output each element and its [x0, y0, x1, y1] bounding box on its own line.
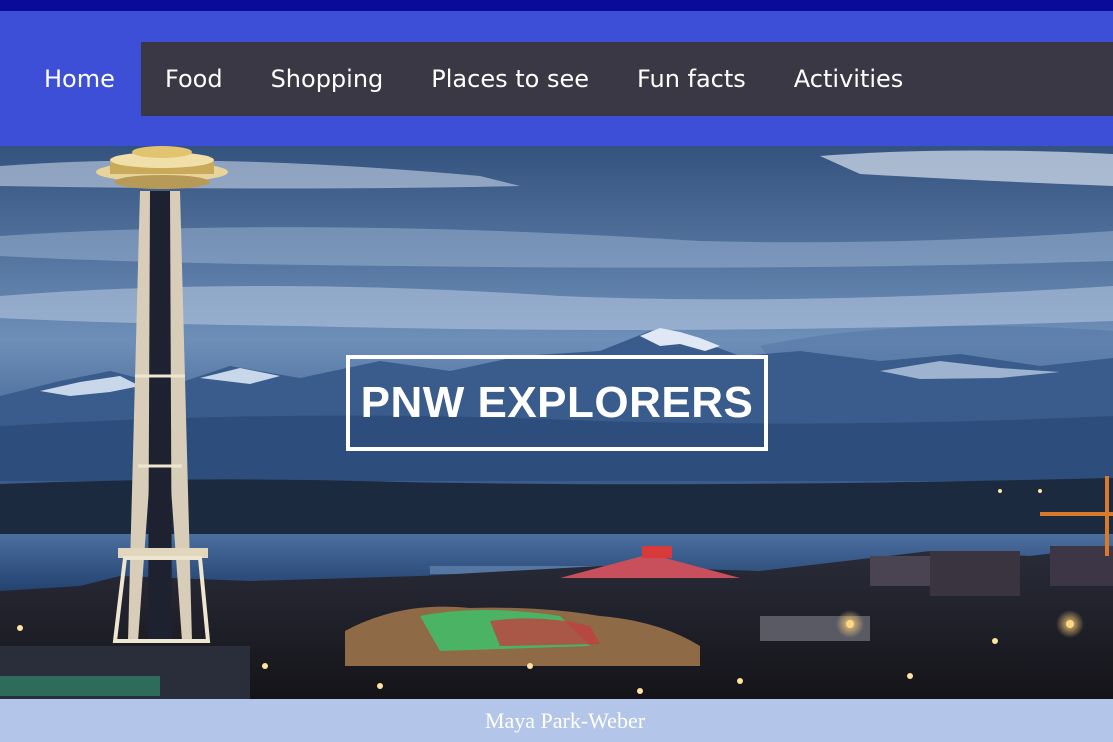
footer-author: Maya Park-Weber — [484, 707, 646, 733]
nav-item-shopping[interactable]: Shopping — [247, 42, 408, 116]
nav-item-activities[interactable]: Activities — [770, 42, 928, 116]
site-title: PNW EXPLORERS — [346, 355, 768, 451]
nav-item-places-to-see[interactable]: Places to see — [407, 42, 613, 116]
nav-item-fun-facts[interactable]: Fun facts — [613, 42, 770, 116]
nav-item-food[interactable]: Food — [141, 42, 247, 116]
main-nav: Home Food Shopping Places to see Fun fac… — [0, 42, 1113, 116]
footer: Maya Park-Weber — [0, 699, 1113, 742]
top-strip — [0, 0, 1113, 11]
page: Home Food Shopping Places to see Fun fac… — [0, 0, 1113, 742]
nav-item-home[interactable]: Home — [0, 42, 141, 116]
nav-bar: Food Shopping Places to see Fun facts Ac… — [141, 42, 1113, 116]
